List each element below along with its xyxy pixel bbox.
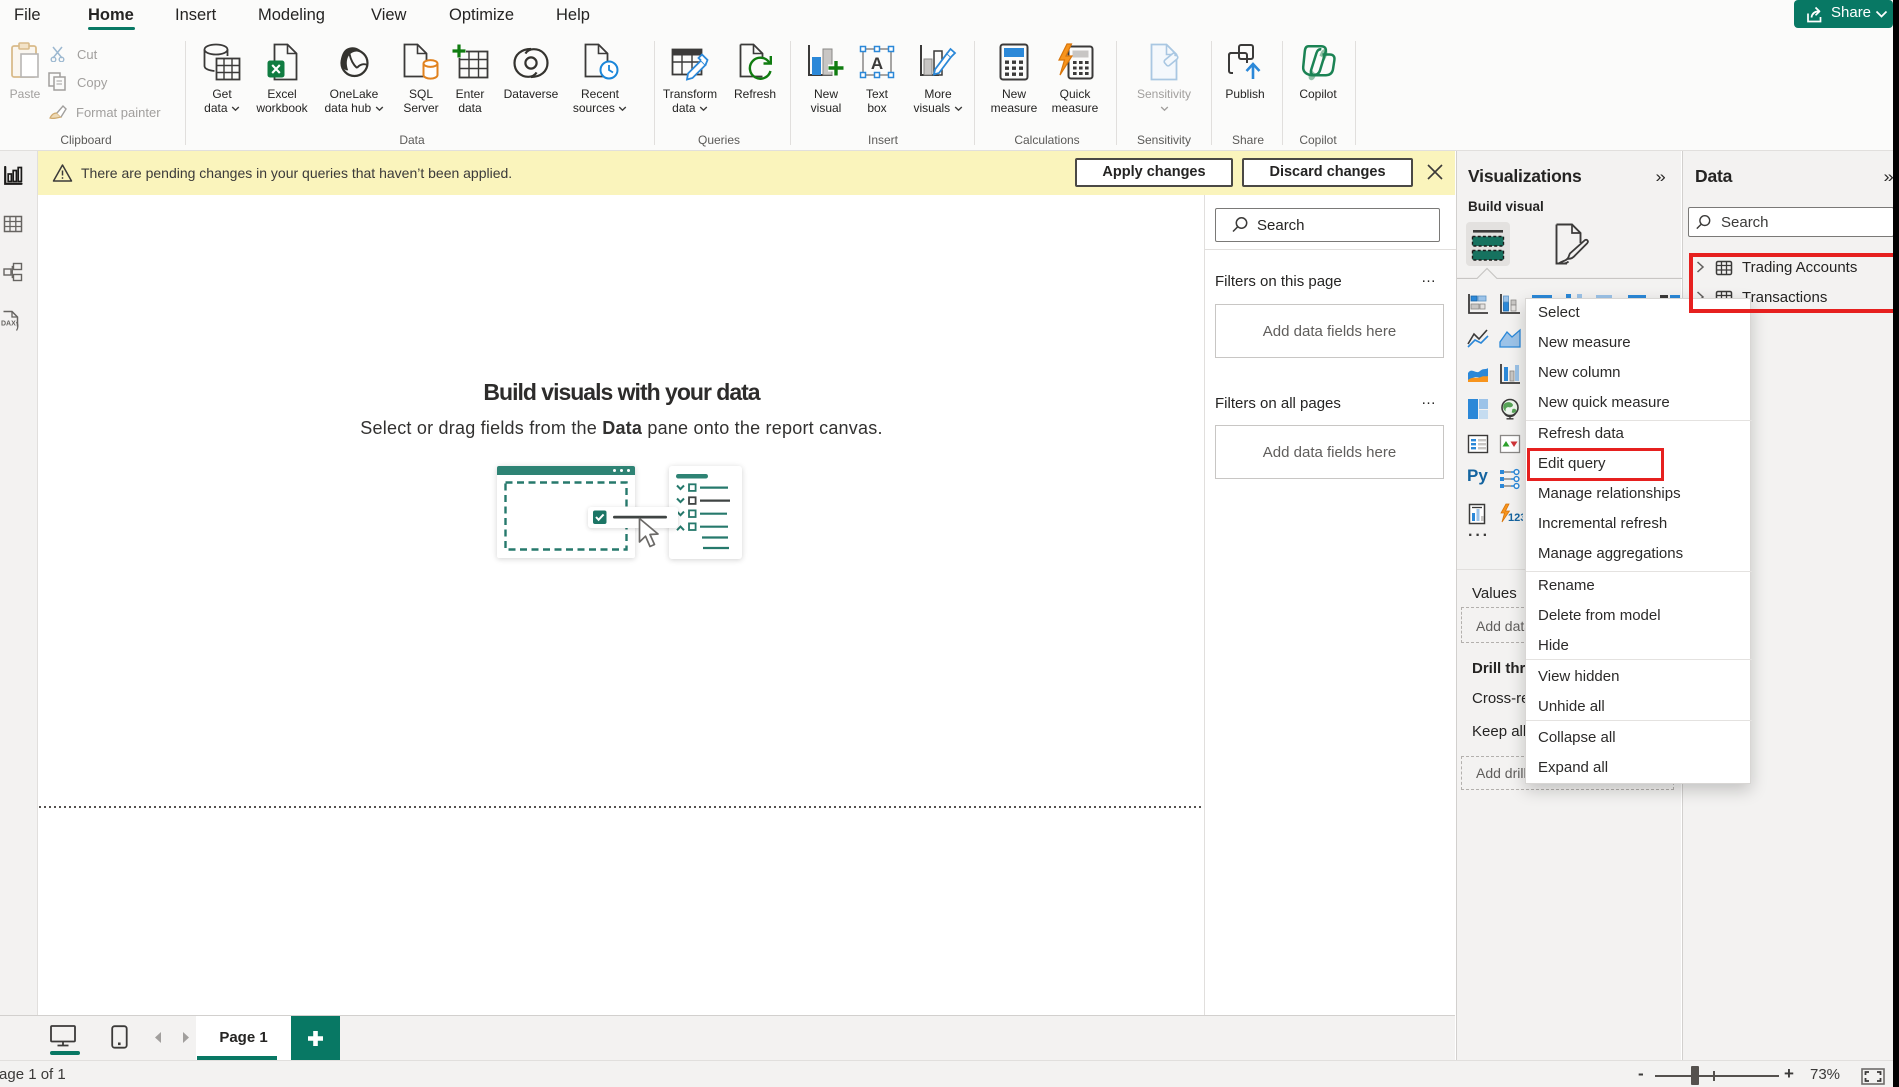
svg-text:DAX: DAX <box>1 321 16 328</box>
svg-text:123: 123 <box>1508 512 1523 524</box>
svg-text:A: A <box>871 54 883 73</box>
